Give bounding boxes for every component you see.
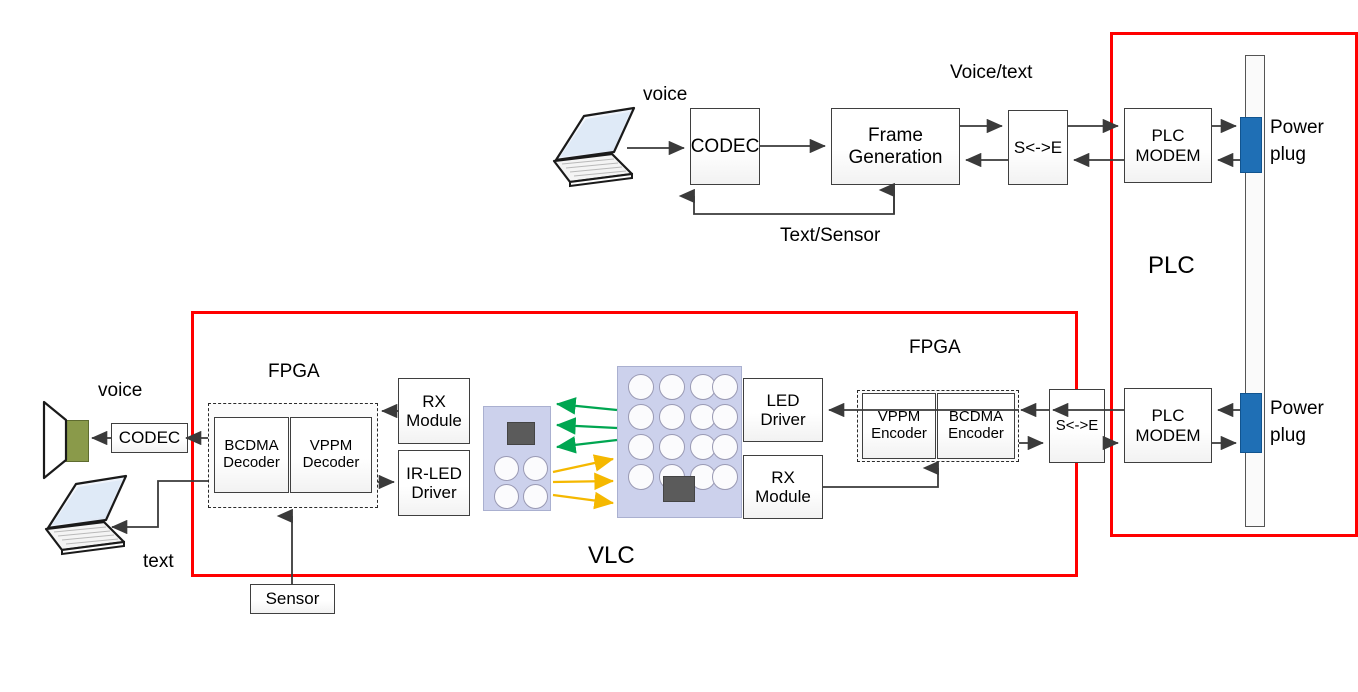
led-element [712, 374, 738, 400]
rx-module-left-line1: RX [422, 391, 446, 411]
frame-generation-label-line1: Frame [868, 125, 923, 147]
bcdma-decoder-line2: Decoder [223, 454, 280, 471]
left-fpga-label: FPGA [268, 361, 320, 382]
receiver-panel-sensor-chip [507, 422, 535, 445]
plc-modem-top-line2: MODEM [1135, 145, 1201, 165]
receiver-photodiode [494, 456, 519, 481]
bcdma-decoder-line1: BCDMA [224, 437, 279, 455]
bcdma-encoder-line2: Encoder [948, 425, 1004, 442]
plc-modem-top-line1: PLC [1151, 126, 1185, 146]
vppm-decoder-line2: Decoder [302, 454, 360, 471]
bcdma-decoder-box: BCDMA Decoder [214, 417, 289, 493]
vppm-encoder-line1: VPPM [877, 408, 921, 426]
rx-module-right-line2: Module [755, 487, 811, 506]
rx-module-right-line1: RX [771, 467, 795, 487]
rx-module-left-line2: Module [406, 411, 462, 430]
vlc-zone-title: VLC [588, 542, 635, 569]
led-element [628, 374, 654, 400]
text-sensor-label: Text/Sensor [780, 225, 881, 246]
vppm-encoder-box: VPPM Encoder [862, 393, 936, 459]
led-panel-sensor-chip [663, 476, 695, 502]
power-plug-bottom [1240, 393, 1262, 453]
led-element [659, 404, 685, 430]
receiver-photodiode [523, 456, 548, 481]
power-plug-bottom-label-line1: Power [1270, 398, 1324, 419]
laptop-icon-top [552, 106, 636, 188]
led-element [628, 434, 654, 460]
power-plug-top-label-line1: Power [1270, 117, 1324, 138]
power-plug-top [1240, 117, 1262, 173]
serial-converter-box-bottom: S<->E [1049, 389, 1105, 463]
frame-generation-label-line2: Generation [848, 146, 943, 168]
plc-modem-box-top: PLC MODEM [1124, 108, 1212, 183]
rx-module-box-right: RX Module [743, 455, 823, 519]
power-plug-bottom-label-line2: plug [1270, 425, 1306, 446]
frame-generation-box: Frame Generation [831, 108, 960, 185]
led-element [712, 434, 738, 460]
led-driver-line1: LED [766, 390, 800, 410]
speaker-body [65, 420, 89, 462]
vppm-decoder-box: VPPM Decoder [290, 417, 372, 493]
led-element [712, 404, 738, 430]
bcdma-encoder-line1: BCDMA [948, 408, 1004, 426]
vppm-decoder-line1: VPPM [309, 437, 353, 455]
led-element [628, 464, 654, 490]
codec-box-left: CODEC [111, 423, 188, 453]
voice-text-label: Voice/text [950, 62, 1033, 83]
receiver-photodiode [494, 484, 519, 509]
ir-led-driver-line1: IR-LED [406, 463, 462, 483]
serial-converter-bottom-label: S<->E [1055, 416, 1099, 434]
sensor-box: Sensor [250, 584, 335, 614]
bcdma-encoder-box: BCDMA Encoder [937, 393, 1015, 459]
led-driver-box: LED Driver [743, 378, 823, 442]
plc-modem-bottom-line2: MODEM [1135, 425, 1201, 445]
led-driver-line2: Driver [760, 410, 806, 429]
led-element [712, 464, 738, 490]
rx-module-box-left: RX Module [398, 378, 470, 444]
codec-left-label: CODEC [118, 428, 181, 448]
speaker-icon [42, 400, 68, 480]
power-plug-top-label-line2: plug [1270, 144, 1306, 165]
led-element [659, 374, 685, 400]
serial-converter-box-top: S<->E [1008, 110, 1068, 185]
codec-box-top: CODEC [690, 108, 760, 185]
right-fpga-label: FPGA [909, 337, 961, 358]
serial-converter-top-label: S<->E [1013, 137, 1063, 157]
vlc-text-label: text [143, 551, 174, 572]
ir-led-driver-line2: Driver [411, 483, 457, 502]
vlc-voice-label: voice [98, 380, 143, 401]
led-element [628, 404, 654, 430]
laptop-icon-bottom [44, 474, 128, 556]
codec-box-top-label: CODEC [690, 135, 760, 157]
plc-modem-bottom-line1: PLC [1151, 406, 1185, 426]
diagram-canvas: voice CODEC Frame Generation S<->E Voice… [0, 0, 1358, 692]
receiver-photodiode [523, 484, 548, 509]
plc-modem-box-bottom: PLC MODEM [1124, 388, 1212, 463]
ir-led-driver-box: IR-LED Driver [398, 450, 470, 516]
sensor-label: Sensor [265, 589, 320, 609]
top-voice-label: voice [643, 84, 688, 105]
led-element [659, 434, 685, 460]
plc-zone-title: PLC [1148, 252, 1195, 279]
vppm-encoder-line2: Encoder [871, 425, 927, 442]
